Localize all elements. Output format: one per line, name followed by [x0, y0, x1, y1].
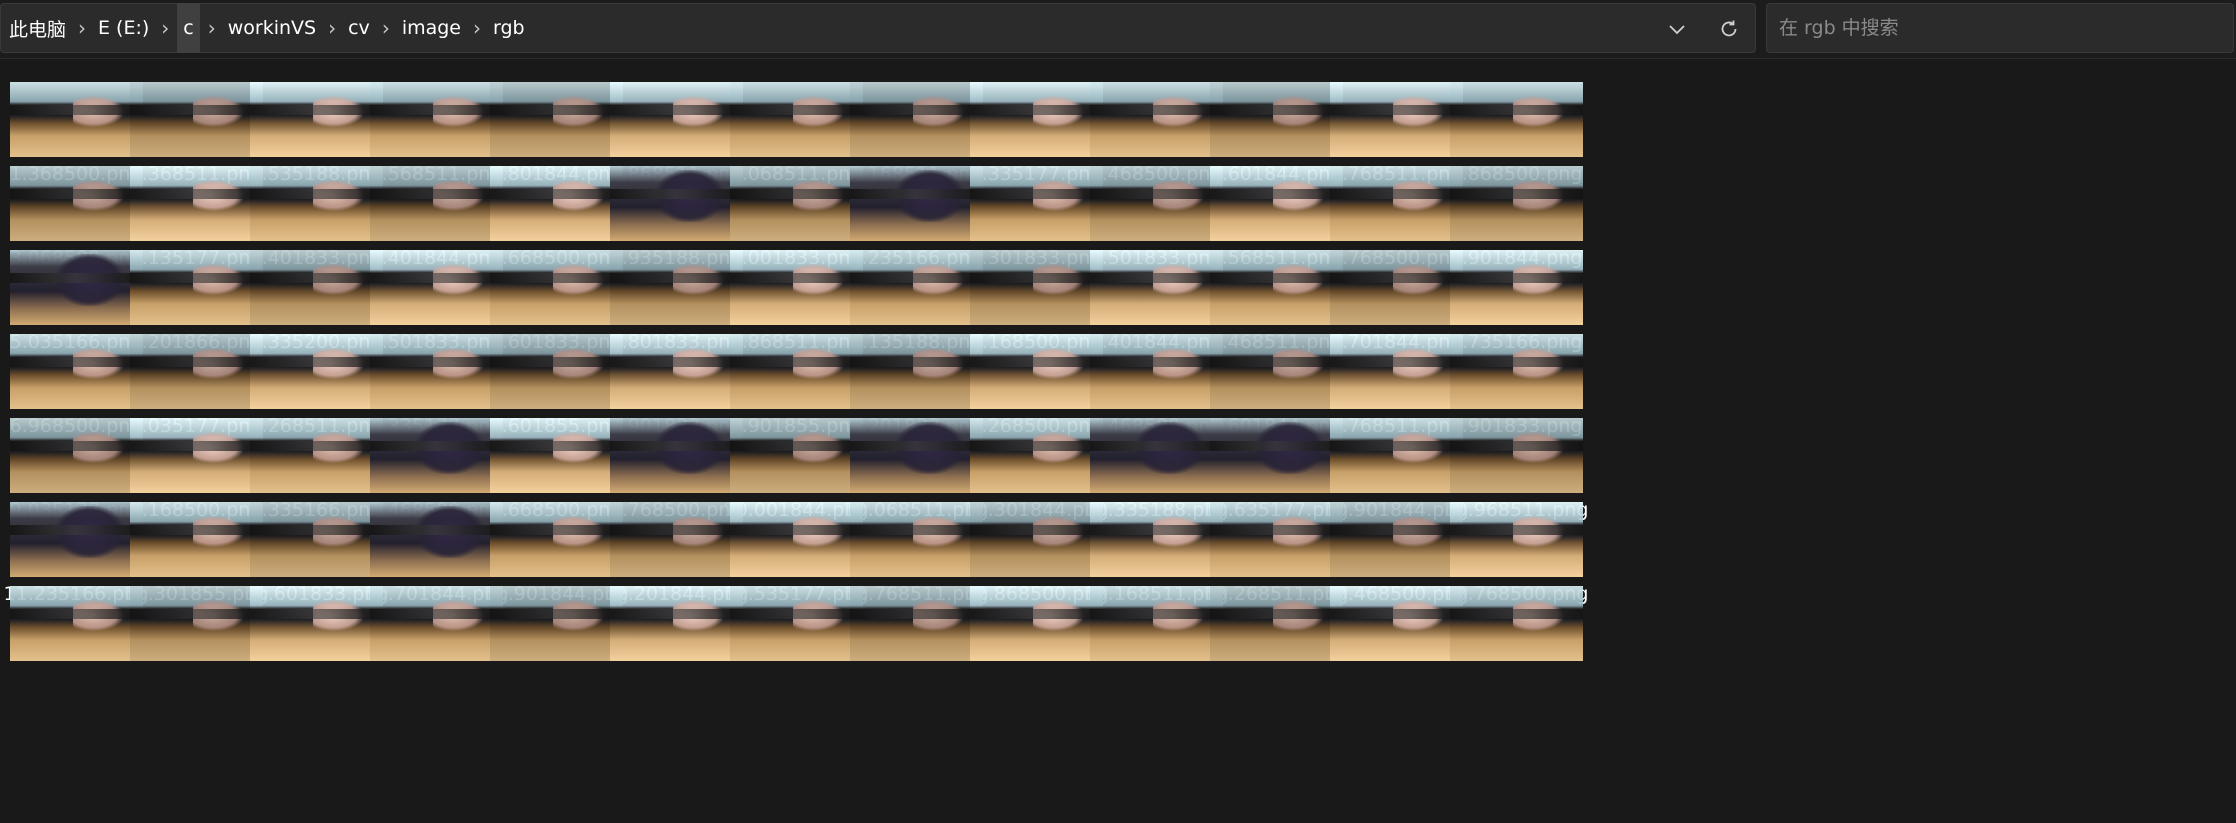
address-bar-actions: [1651, 4, 1755, 54]
address-bar[interactable]: 此电脑 › E (E:) › c › workinVS › cv › image › rgb: [0, 3, 1756, 53]
chevron-right-icon[interactable]: ›: [70, 16, 94, 40]
chevron-right-icon[interactable]: ›: [153, 16, 177, 40]
address-dropdown-button[interactable]: [1651, 4, 1703, 54]
breadcrumb-item[interactable]: rgb: [489, 3, 529, 53]
refresh-button[interactable]: [1703, 4, 1755, 54]
file-view[interactable]: 1.368500.png1.368511.png1.535188.png1.56…: [0, 59, 2236, 823]
breadcrumb-item[interactable]: E (E:): [94, 3, 153, 53]
chevron-right-icon[interactable]: ›: [374, 16, 398, 40]
search-input[interactable]: [1767, 17, 2233, 39]
breadcrumb-item[interactable]: workinVS: [224, 3, 320, 53]
file-thumbnail: [1449, 82, 1583, 157]
breadcrumb-item[interactable]: cv: [344, 3, 374, 53]
search-box[interactable]: [1766, 3, 2234, 53]
breadcrumb-item[interactable]: c: [177, 3, 200, 53]
breadcrumb-item[interactable]: 此电脑: [5, 3, 70, 53]
chevron-right-icon[interactable]: ›: [200, 16, 224, 40]
file-thumbnail: [1449, 586, 1583, 661]
file-thumbnail: [1449, 166, 1583, 241]
chevron-down-icon: [1669, 25, 1685, 35]
file-item[interactable]: [1436, 585, 1596, 693]
chevron-right-icon[interactable]: ›: [465, 16, 489, 40]
explorer-toolbar: 此电脑 › E (E:) › c › workinVS › cv › image › rgb: [0, 0, 2236, 59]
file-thumbnail: [1449, 418, 1583, 493]
file-thumbnail: [1449, 502, 1583, 577]
file-thumbnail: [1449, 334, 1583, 409]
chevron-right-icon[interactable]: ›: [320, 16, 344, 40]
breadcrumb: 此电脑 › E (E:) › c › workinVS › cv › image › rgb: [1, 3, 529, 53]
breadcrumb-item[interactable]: image: [398, 3, 465, 53]
file-thumbnail: [1449, 250, 1583, 325]
refresh-icon: [1721, 20, 1737, 37]
